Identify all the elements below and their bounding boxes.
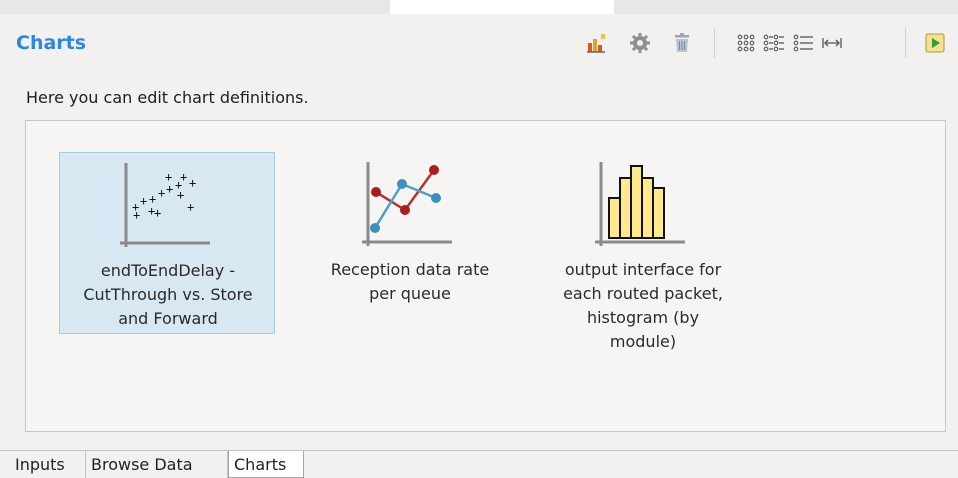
tab-charts[interactable]: Charts	[228, 451, 304, 478]
toolbar-separator	[714, 28, 715, 58]
fit-width-icon[interactable]	[819, 30, 845, 56]
chart-item-output-interface[interactable]: output interface for each routed packet,…	[535, 152, 751, 351]
svg-text:+: +	[189, 176, 196, 190]
chart-label: Reception data rate per queue	[330, 260, 490, 303]
list-view-icon[interactable]	[791, 30, 817, 56]
run-play-icon[interactable]	[922, 30, 948, 56]
chart-label: endToEndDelay - CutThrough vs. Store and…	[83, 261, 253, 328]
chart-item-end-to-end-delay[interactable]: + + + + + + + + + + + + + + endToEndDela…	[59, 152, 275, 334]
delete-trash-icon[interactable]	[669, 30, 695, 56]
top-strip-gap	[390, 0, 614, 14]
chart-label: output interface for each routed packet,…	[563, 260, 723, 351]
line-chart-icon	[362, 162, 452, 246]
charts-panel: + + + + + + + + + + + + + + endToEndDela…	[25, 120, 946, 432]
histogram-chart-icon	[595, 162, 685, 246]
scatter-chart-icon: + + + + + + + + + + + + + +	[120, 163, 210, 247]
charts-header: Charts	[0, 14, 958, 78]
page-title: Charts	[16, 32, 87, 54]
svg-text:+: +	[177, 188, 184, 202]
svg-text:+: +	[166, 182, 173, 196]
tab-browse-data[interactable]: Browse Data	[86, 451, 228, 478]
svg-text:+: +	[158, 186, 165, 200]
description-text: Here you can edit chart definitions.	[26, 88, 309, 107]
top-strip	[0, 0, 958, 14]
icon-view-icon[interactable]	[733, 30, 759, 56]
multi-column-list-view-icon[interactable]	[761, 30, 787, 56]
svg-text:+: +	[180, 170, 187, 184]
new-chart-icon[interactable]	[584, 30, 610, 56]
svg-text:+: +	[133, 208, 140, 222]
settings-gear-icon[interactable]	[627, 30, 653, 56]
svg-text:+: +	[140, 194, 147, 208]
editor-tab-bar: Inputs Browse Data Charts	[0, 450, 958, 478]
chart-item-reception-data-rate[interactable]: Reception data rate per queue	[302, 152, 518, 334]
tab-inputs[interactable]: Inputs	[10, 451, 86, 478]
svg-text:+: +	[187, 200, 194, 214]
svg-text:+: +	[148, 204, 155, 218]
toolbar-separator	[905, 28, 906, 58]
